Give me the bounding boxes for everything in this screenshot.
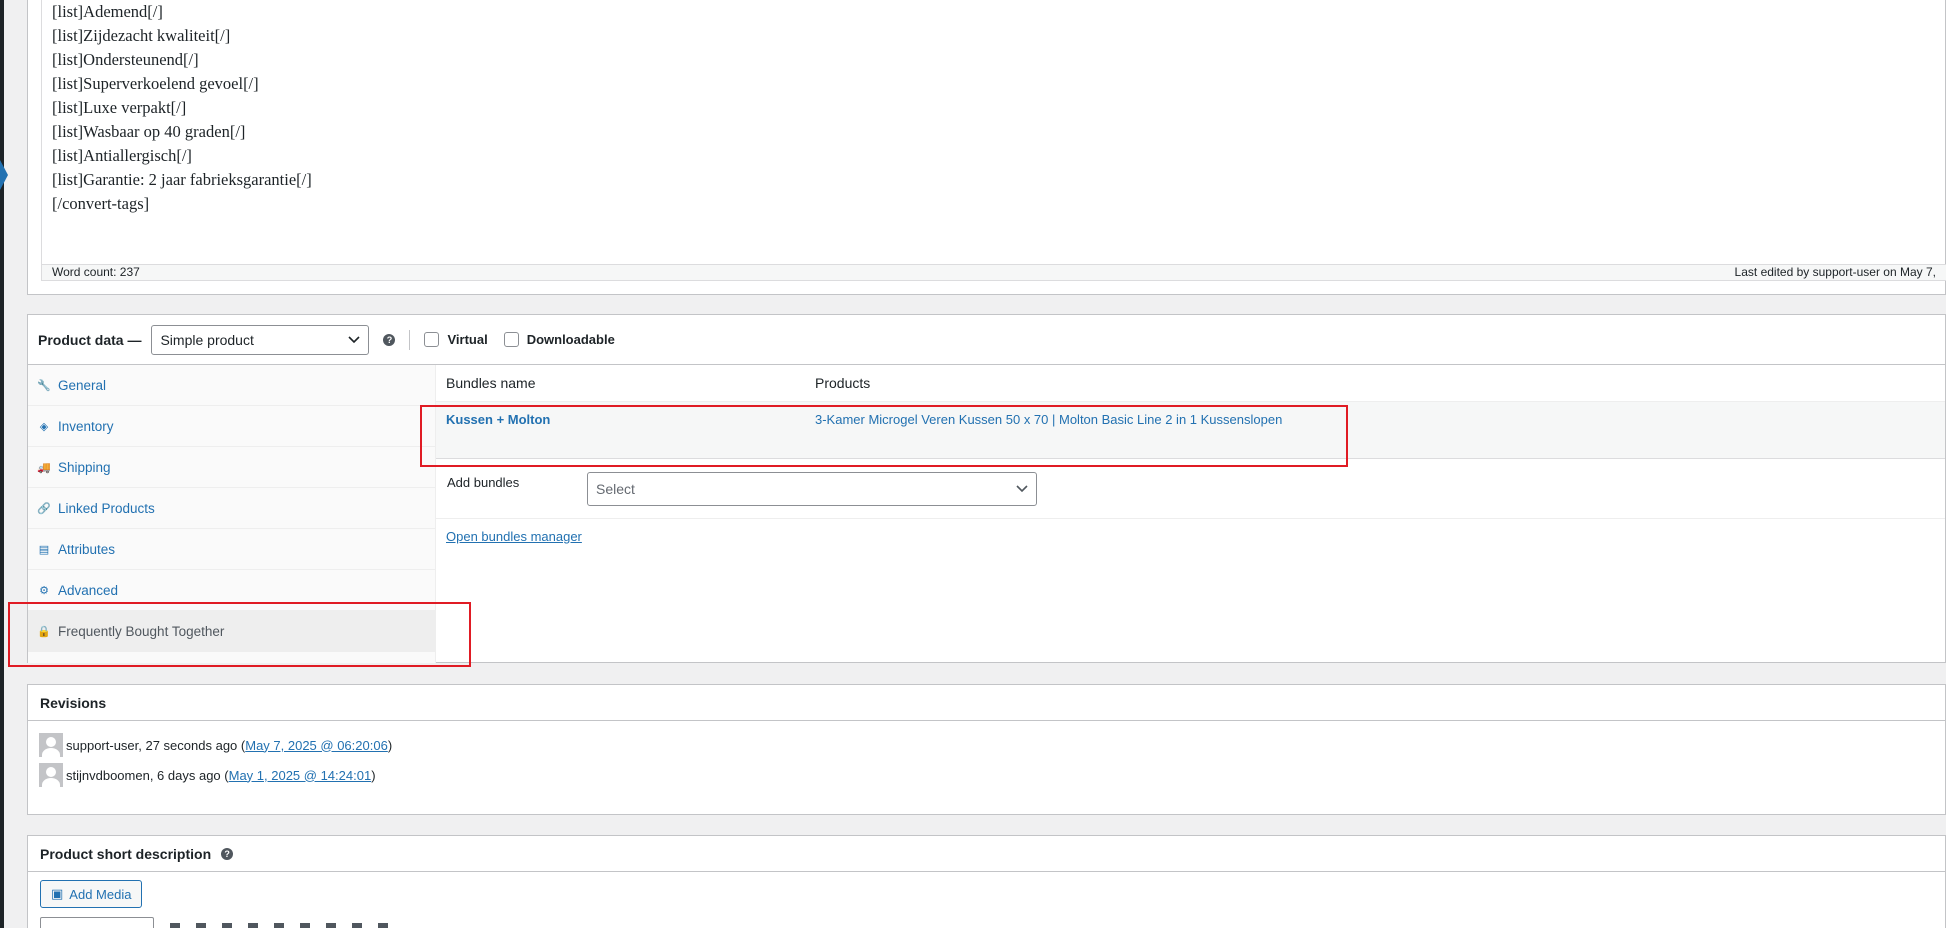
bundles-select[interactable]: Select xyxy=(587,471,1037,506)
revision-text: support-user, 27 seconds ago ( xyxy=(66,737,246,753)
downloadable-checkbox[interactable]: Downloadable xyxy=(503,332,615,347)
downloadable-label: Downloadable xyxy=(526,332,615,347)
bundles-table-header: Bundles name Products xyxy=(436,365,1945,402)
editor-line: [list]Garantie: 2 jaar fabrieksgarantie[… xyxy=(52,170,312,189)
product-data-tabs: 🔧 General ◈ Inventory 🚚 Shipping 🔗 Linke… xyxy=(28,365,436,663)
product-data-body: 🔧 General ◈ Inventory 🚚 Shipping 🔗 Linke… xyxy=(28,365,1945,663)
bag-icon: 🔒 xyxy=(37,625,51,638)
list-button[interactable] xyxy=(222,923,232,928)
separator xyxy=(409,329,411,350)
help-icon[interactable]: ? xyxy=(383,333,396,346)
tab-label: Frequently Bought Together xyxy=(58,623,225,639)
revision-close: ) xyxy=(387,737,393,753)
tab-inventory[interactable]: ◈ Inventory xyxy=(28,406,435,447)
bundle-products[interactable]: 3-Kamer Microgel Veren Kussen 50 x 70 | … xyxy=(815,412,1282,427)
tab-label: General xyxy=(58,377,107,393)
word-count: Word count: 237 xyxy=(52,265,140,279)
help-icon[interactable]: ? xyxy=(221,847,234,860)
editor-line: [list]Wasbaar op 40 graden[/] xyxy=(52,122,246,141)
tab-label: Attributes xyxy=(58,541,116,557)
quote-button[interactable] xyxy=(274,923,284,928)
revision-item: support-user, 27 seconds ago (May 7, 202… xyxy=(28,733,1945,757)
editor-status-bar: Word count: 237 Last edited by support-u… xyxy=(41,264,1946,281)
fullscreen-button[interactable] xyxy=(378,923,388,928)
tab-label: Shipping xyxy=(58,459,111,475)
tag-icon: ◈ xyxy=(39,420,49,433)
list-icon: ▤ xyxy=(38,543,50,556)
admin-sidebar-edge xyxy=(0,0,4,928)
tab-advanced[interactable]: ⚙ Advanced xyxy=(28,570,435,611)
bundle-name[interactable]: Kussen + Molton xyxy=(436,412,815,427)
checkbox-box[interactable] xyxy=(424,332,440,347)
tab-linked-products[interactable]: 🔗 Linked Products xyxy=(28,488,435,529)
short-description-title: Product short description xyxy=(40,845,212,862)
tab-shipping[interactable]: 🚚 Shipping xyxy=(28,447,435,488)
product-data-panel: Product data — Simple product ? Virtual … xyxy=(27,314,1946,663)
editor-line: [list]Ondersteunend[/] xyxy=(52,50,199,69)
avatar xyxy=(39,763,63,787)
col-products: Products xyxy=(815,375,871,391)
truck-icon: 🚚 xyxy=(37,461,51,474)
link-button[interactable] xyxy=(326,923,336,928)
editor-textarea[interactable]: [list]Ademend[/] [list]Zijdezacht kwalit… xyxy=(41,0,1946,264)
bundles-panel: Bundles name Products Kussen + Molton 3-… xyxy=(436,365,1945,663)
virtual-checkbox[interactable]: Virtual xyxy=(424,332,488,347)
editor-line: [list]Luxe verpakt[/] xyxy=(52,98,187,117)
add-media-label: Add Media xyxy=(69,886,132,902)
revision-close: ) xyxy=(371,767,376,783)
ordered-list-button[interactable] xyxy=(248,923,258,928)
tab-label: Inventory xyxy=(58,418,114,434)
editor-line: [/convert-tags] xyxy=(52,194,150,213)
revision-text: stijnvdboomen, 6 days ago ( xyxy=(66,767,229,783)
align-button[interactable] xyxy=(300,923,310,928)
more-button[interactable] xyxy=(352,923,362,928)
bold-button[interactable] xyxy=(170,923,180,928)
short-description-header: Product short description ? xyxy=(28,836,1945,872)
media-icon: ▣ xyxy=(51,886,64,901)
tab-frequently-bought-together[interactable]: 🔒 Frequently Bought Together xyxy=(28,611,435,652)
tab-label: Advanced xyxy=(58,582,119,598)
product-data-title: Product data — xyxy=(38,331,142,348)
product-data-header: Product data — Simple product ? Virtual … xyxy=(28,315,1945,365)
chevron-down-icon xyxy=(1016,484,1028,492)
tab-attributes[interactable]: ▤ Attributes xyxy=(28,529,435,570)
tab-label: Linked Products xyxy=(58,500,155,516)
revision-link[interactable]: May 1, 2025 @ 14:24:01 xyxy=(229,768,372,783)
link-icon: 🔗 xyxy=(37,502,51,515)
tab-general[interactable]: 🔧 General xyxy=(28,365,435,406)
paragraph-format-select[interactable] xyxy=(40,917,154,928)
content-editor: [list]Ademend[/] [list]Zijdezacht kwalit… xyxy=(27,0,1946,295)
last-edited: Last edited by support-user on May 7, xyxy=(1734,265,1936,279)
short-description-panel: Product short description ? ▣ Add Media xyxy=(27,835,1946,928)
revision-link[interactable]: May 7, 2025 @ 06:20:06 xyxy=(245,738,388,753)
virtual-label: Virtual xyxy=(447,332,488,347)
product-type-value: Simple product xyxy=(160,331,254,348)
collapse-arrow-icon[interactable] xyxy=(0,160,8,190)
editor-line: [list]Ademend[/] xyxy=(52,2,163,21)
avatar xyxy=(39,733,63,757)
editor-line: [list]Antiallergisch[/] xyxy=(52,146,192,165)
italic-button[interactable] xyxy=(196,923,206,928)
select-placeholder: Select xyxy=(596,480,635,497)
editor-line: [list]Zijdezacht kwaliteit[/] xyxy=(52,26,231,45)
open-bundles-manager-link[interactable]: Open bundles manager xyxy=(446,529,1945,544)
revisions-panel: Revisions support-user, 27 seconds ago (… xyxy=(27,684,1946,815)
editor-line: [list]Superverkoelend gevoel[/] xyxy=(52,74,259,93)
add-media-button[interactable]: ▣ Add Media xyxy=(40,880,143,908)
add-bundles-row: Add bundles Select xyxy=(436,459,1945,519)
wrench-icon: 🔧 xyxy=(37,379,51,392)
table-row[interactable]: Kussen + Molton 3-Kamer Microgel Veren K… xyxy=(436,402,1945,459)
add-bundles-label: Add bundles xyxy=(447,475,520,490)
revision-item: stijnvdboomen, 6 days ago (May 1, 2025 @… xyxy=(28,763,1945,787)
revisions-title: Revisions xyxy=(28,685,1945,721)
chevron-down-icon xyxy=(348,335,361,343)
gear-icon: ⚙ xyxy=(39,584,49,597)
editor-toolbar xyxy=(40,917,1945,928)
product-type-select[interactable]: Simple product xyxy=(151,324,370,355)
checkbox-box[interactable] xyxy=(503,332,519,347)
col-bundles-name: Bundles name xyxy=(446,375,536,391)
